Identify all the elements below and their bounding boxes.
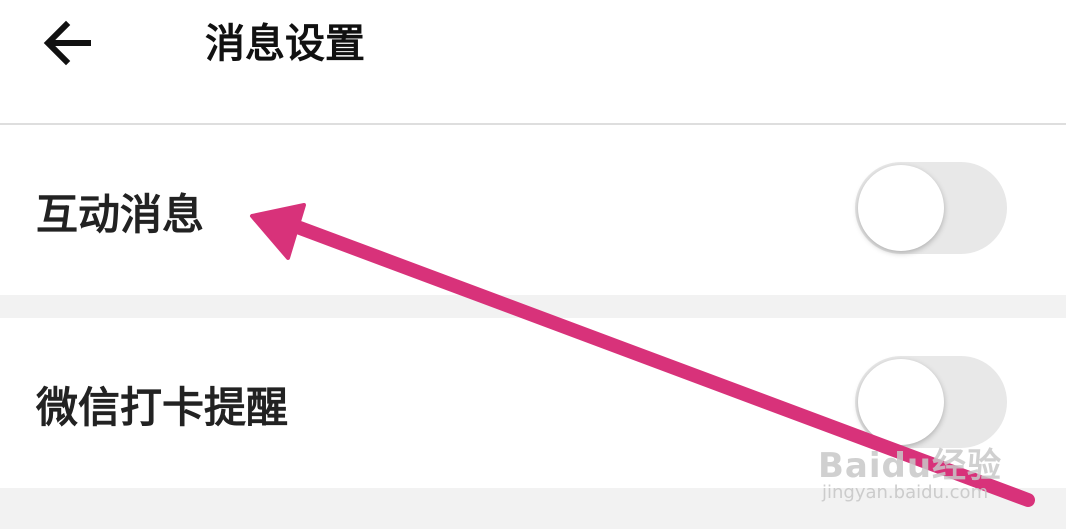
watermark-url: jingyan.baidu.com bbox=[822, 482, 989, 503]
toggle-knob bbox=[858, 359, 944, 445]
page-title: 消息设置 bbox=[205, 21, 365, 67]
watermark-brand: Baidu经验 bbox=[818, 446, 1003, 486]
interaction-messages-toggle[interactable] bbox=[855, 162, 1007, 254]
back-button[interactable] bbox=[36, 14, 108, 74]
setting-row-interaction-messages: 互动消息 bbox=[0, 125, 1066, 295]
section-divider bbox=[0, 295, 1066, 318]
arrow-left-icon bbox=[43, 20, 91, 66]
toggle-knob bbox=[858, 165, 944, 251]
header: 消息设置 bbox=[0, 0, 1066, 125]
wechat-checkin-reminder-toggle[interactable] bbox=[855, 356, 1007, 448]
setting-label: 微信打卡提醒 bbox=[36, 383, 289, 432]
setting-label: 互动消息 bbox=[36, 190, 205, 239]
